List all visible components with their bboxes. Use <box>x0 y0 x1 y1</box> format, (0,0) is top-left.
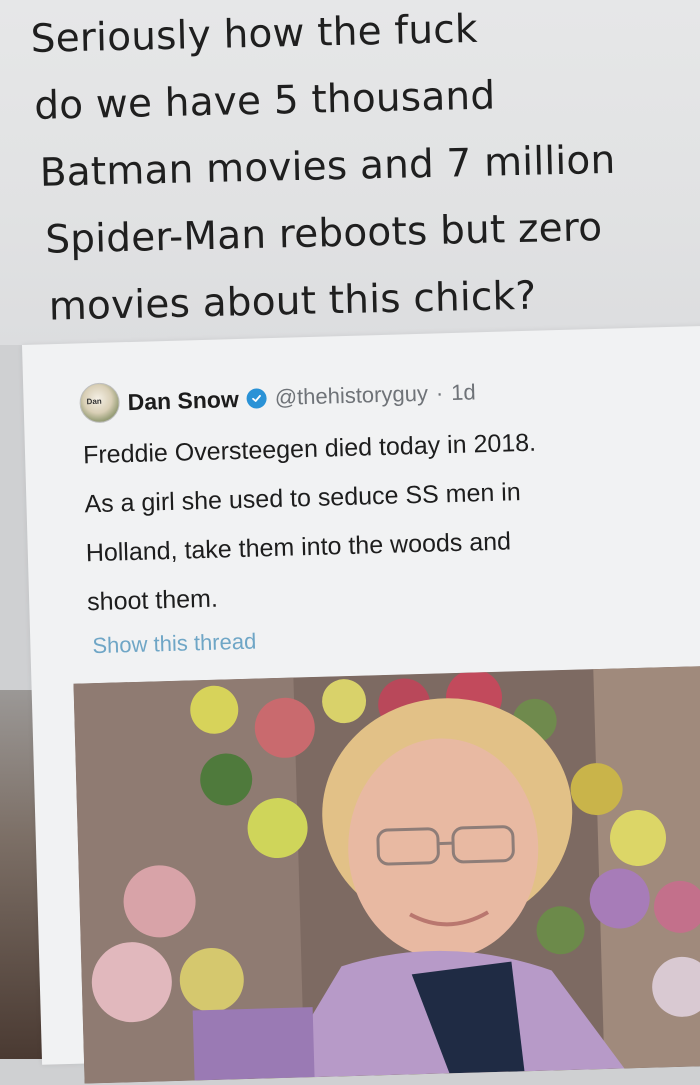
caption-text: Seriously how the fuck do we have 5 thou… <box>30 0 700 341</box>
avatar[interactable]: Dan <box>79 382 120 423</box>
tweet-header: Dan Dan Snow @thehistoryguy · 1d <box>79 372 476 423</box>
photo-illustration <box>73 666 700 1084</box>
tweet-card[interactable]: Dan Dan Snow @thehistoryguy · 1d Freddie… <box>22 326 700 1065</box>
show-thread-link[interactable]: Show this thread <box>92 629 257 660</box>
tweet-photo[interactable] <box>73 666 700 1084</box>
tweet-text-line: shoot them. <box>87 585 218 617</box>
user-handle[interactable]: @thehistoryguy <box>274 381 428 411</box>
verified-badge-icon <box>246 388 267 409</box>
tweet-text-line: Holland, take them into the woods and <box>85 527 511 567</box>
separator: · <box>436 380 444 406</box>
avatar-label: Dan <box>86 397 101 406</box>
display-name[interactable]: Dan Snow <box>127 385 239 415</box>
tweet-text-line: Freddie Oversteegen died today in 2018. <box>83 429 537 470</box>
tweet-text-line: As a girl she used to seduce SS men in <box>84 478 521 518</box>
tweet-text: Freddie Oversteegen died today in 2018. … <box>82 414 697 627</box>
timestamp[interactable]: 1d <box>451 379 476 406</box>
caption-area: Seriously how the fuck do we have 5 thou… <box>0 0 700 345</box>
